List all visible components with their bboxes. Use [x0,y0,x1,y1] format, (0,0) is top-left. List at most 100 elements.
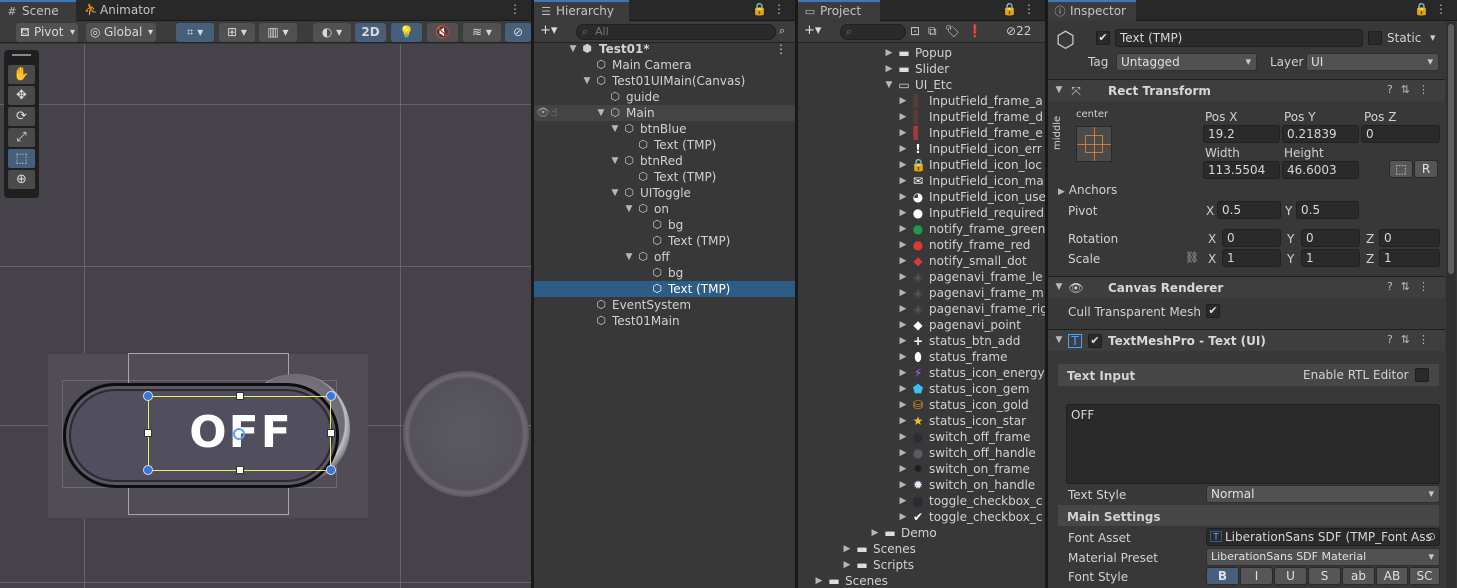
expand-arrow-icon[interactable]: ▶ [898,205,908,221]
font-style-smallcaps-button[interactable]: SC [1409,567,1440,585]
resize-handle[interactable] [144,429,152,437]
folder-item[interactable]: ▶ ▬ Scripts [798,557,1045,573]
resize-handle[interactable] [327,429,335,437]
expand-arrow-icon[interactable]: ▶ [898,397,908,413]
tree-item[interactable]: ⬡ bg [534,265,795,281]
add-button[interactable]: +▾ [540,23,557,38]
expand-arrow-icon[interactable]: ▶ [870,525,880,541]
tab-hierarchy[interactable]: ☰ Hierarchy [534,0,629,21]
anchor-handle[interactable] [326,465,336,475]
sprite-item[interactable]: ▶ ◈ pagenavi_frame_rig [798,301,1045,317]
folder-item[interactable]: ▶ ▬ Demo [798,525,1045,541]
expand-arrow-icon[interactable]: ▶ [898,493,908,509]
resize-handle[interactable] [236,466,244,474]
expand-arrow-icon[interactable]: ▶ [898,125,908,141]
visibility-eye-icon[interactable]: 👁 [536,105,550,121]
collapse-arrow-icon[interactable]: ▼ [1054,85,1064,95]
tree-item[interactable]: 👁 ☝ ▼ ⬡ Main [534,105,795,121]
ruler-button[interactable]: ▥ ▾ [259,23,297,42]
tree-item[interactable]: ⬡ Main Camera [534,57,795,73]
expand-arrow-icon[interactable]: ▼ [568,41,578,57]
canvas-renderer-header[interactable]: ▼ 👁 Canvas Renderer ?⇅⋮ [1048,276,1445,298]
more-options-icon[interactable]: ⋮ [509,2,527,16]
tab-project[interactable]: ▭ Project [798,0,880,21]
resize-handle[interactable] [236,392,244,400]
hand-tool-button[interactable]: ✋ [8,65,35,84]
folder-item[interactable]: ▶ ▬ Scenes [798,573,1045,588]
pivot-dropdown[interactable]: ⛾ Pivot ▾ [16,23,78,42]
active-checkbox[interactable]: ✔ [1096,31,1110,45]
lock-menu-icons[interactable]: 🔒⋮ [1414,2,1453,16]
anchors-foldout[interactable]: ▶ Anchors [1058,183,1117,197]
rect-tool-button[interactable]: ⬚ [8,149,35,168]
tree-item[interactable]: ▼ ⬡ on [534,201,795,217]
tree-item[interactable]: ▼ ⬡ off [534,249,795,265]
font-style-bold-button[interactable]: B [1206,567,1239,585]
expand-arrow-icon[interactable]: ▶ [898,429,908,445]
scene-menu-icon[interactable]: ⋮ [775,41,787,57]
component-menu-icons[interactable]: ?⇅⋮ [1387,83,1437,96]
textmeshpro-header[interactable]: ▼ T ✔ TextMeshPro - Text (UI) ?⇅⋮ [1048,329,1445,351]
expand-arrow-icon[interactable]: ▶ [814,573,824,588]
expand-arrow-icon[interactable]: ▼ [610,185,620,201]
component-menu-icons[interactable]: ?⇅⋮ [1387,280,1437,293]
font-style-lowercase-button[interactable]: ab [1342,567,1375,585]
search-options-icon[interactable]: ⌕ [779,24,785,38]
lighting-button[interactable]: 💡 [391,23,422,42]
object-name-field[interactable]: Text (TMP) [1115,29,1363,47]
scale-z-field[interactable]: 1 [1379,249,1440,267]
snap-increment-button[interactable]: ⊞ ▾ [219,23,255,42]
transform-tool-button[interactable]: ⊕ [8,170,35,189]
expand-arrow-icon[interactable]: ▶ [898,445,908,461]
expand-arrow-icon[interactable]: ▼ [884,77,894,93]
anchor-handle[interactable] [326,391,336,401]
draw-mode-button[interactable]: ◐ ▾ [313,23,351,42]
expand-arrow-icon[interactable]: ▶ [898,157,908,173]
expand-arrow-icon[interactable]: ▼ [582,73,592,89]
expand-arrow-icon[interactable]: ▼ [624,201,634,217]
tree-item[interactable]: ⬡ bg [534,217,795,233]
sprite-item[interactable]: ▶ ✹ switch_on_handle [798,477,1045,493]
constrain-proportions-icon[interactable]: ⛓ [1185,251,1199,264]
anchor-preset-button[interactable] [1076,126,1112,162]
tree-item[interactable]: ▼ ⬡ Test01UIMain(Canvas) [534,73,795,89]
grid-snap-button[interactable]: ⌗ ▾ [176,23,214,42]
blueprint-mode-button[interactable]: ⬚ [1389,160,1413,178]
static-checkbox[interactable] [1368,31,1382,45]
sprite-item[interactable]: ▶ ▌ InputField_frame_d [798,109,1045,125]
pivot-x-field[interactable]: 0.5 [1217,201,1281,219]
sprite-item[interactable]: ▶ ● notify_frame_green [798,221,1045,237]
scrollbar-thumb[interactable] [1448,24,1454,274]
sprite-item[interactable]: ▶ ⬟ status_icon_gem [798,381,1045,397]
sprite-item[interactable]: ▶ 🔒 InputField_icon_loc [798,157,1045,173]
expand-arrow-icon[interactable]: ▶ [898,349,908,365]
expand-arrow-icon[interactable]: ▶ [842,557,852,573]
raw-edit-button[interactable]: R [1414,160,1438,178]
text-input-area[interactable]: OFF [1066,404,1440,484]
tree-item[interactable]: ⬡ Test01Main [534,313,795,329]
folder-item[interactable]: ▶ ▬ Popup [798,45,1045,61]
sprite-item[interactable]: ▶ ◕ InputField_icon_use [798,189,1045,205]
rot-y-field[interactable]: 0 [1301,229,1360,247]
tree-item[interactable]: ⬡ guide [534,89,795,105]
expand-arrow-icon[interactable]: ▼ [624,249,634,265]
anchor-handle[interactable] [143,465,153,475]
expand-arrow-icon[interactable]: ▶ [898,301,908,317]
rot-x-field[interactable]: 0 [1222,229,1281,247]
expand-arrow-icon[interactable]: ▼ [596,105,606,121]
expand-arrow-icon[interactable]: ▶ [898,141,908,157]
rot-z-field[interactable]: 0 [1379,229,1440,247]
sprite-item[interactable]: ▶ + status_btn_add [798,333,1045,349]
sprite-item[interactable]: ▶ ⬮ status_frame [798,349,1045,365]
collapse-arrow-icon[interactable]: ▼ [1054,282,1064,292]
expand-arrow-icon[interactable]: ▶ [898,461,908,477]
folder-item[interactable]: ▶ ▬ Scenes [798,541,1045,557]
pivot-handle[interactable] [233,428,245,440]
audio-button[interactable]: 🔇 [427,23,458,42]
lock-menu-icons[interactable]: 🔒⋮ [1002,2,1041,16]
tmp-enabled-checkbox[interactable]: ✔ [1088,334,1102,348]
font-style-uppercase-button[interactable]: AB [1376,567,1408,585]
lock-menu-icons[interactable]: 🔒⋮ [752,2,791,16]
expand-arrow-icon[interactable]: ▼ [610,121,620,137]
expand-arrow-icon[interactable]: ▶ [898,381,908,397]
